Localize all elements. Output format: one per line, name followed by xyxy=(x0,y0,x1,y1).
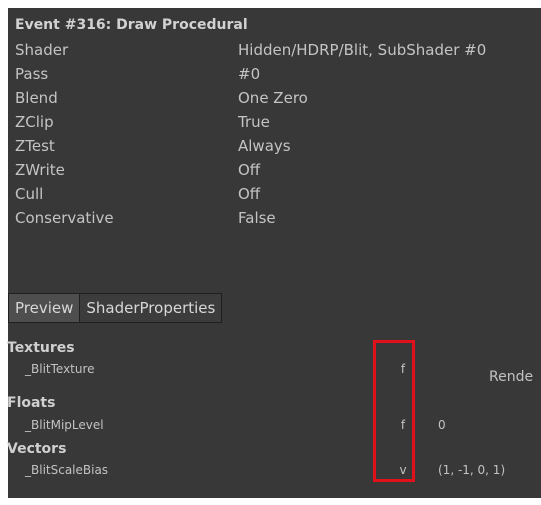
state-row-conservative: Conservative False xyxy=(8,206,541,228)
section-header-floats: Floats xyxy=(7,395,56,411)
tab-shader-properties[interactable]: ShaderProperties xyxy=(79,293,223,323)
section-header-vectors: Vectors xyxy=(7,441,67,457)
state-value: Hidden/HDRP/Blit, SubShader #0 xyxy=(238,41,487,59)
state-label: Shader xyxy=(15,41,69,59)
state-row-pass: Pass #0 xyxy=(8,62,541,84)
state-value: True xyxy=(238,113,270,131)
state-row-zclip: ZClip True xyxy=(8,110,541,132)
state-row-cull: Cull Off xyxy=(8,182,541,204)
state-label: ZTest xyxy=(15,137,55,155)
state-row-ztest: ZTest Always xyxy=(8,134,541,156)
state-value: Off xyxy=(238,161,261,179)
state-value: #0 xyxy=(238,65,261,83)
type-column-highlight-box xyxy=(373,340,415,482)
tab-preview[interactable]: Preview xyxy=(8,293,80,323)
state-value: One Zero xyxy=(238,89,308,107)
property-value: (1, -1, 0, 1) xyxy=(438,463,506,477)
event-title: Event #316: Draw Procedural xyxy=(15,17,248,33)
property-name: _BlitScaleBias xyxy=(25,463,109,477)
state-row-shader: Shader Hidden/HDRP/Blit, SubShader #0 xyxy=(8,38,541,60)
state-value: Off xyxy=(238,185,261,203)
state-value: Always xyxy=(238,137,291,155)
property-name: _BlitMipLevel xyxy=(25,418,104,432)
section-header-textures: Textures xyxy=(7,340,75,356)
state-label: Blend xyxy=(15,89,58,107)
property-name: _BlitTexture xyxy=(25,362,95,376)
state-label: Pass xyxy=(15,65,49,83)
state-row-zwrite: ZWrite Off xyxy=(8,158,541,180)
state-row-blend: Blend One Zero xyxy=(8,86,541,108)
state-value: False xyxy=(238,209,276,227)
state-label: ZClip xyxy=(15,113,54,131)
property-value: Rende xyxy=(489,369,534,385)
state-label: Cull xyxy=(15,185,44,203)
property-value: 0 xyxy=(438,418,446,432)
state-label: ZWrite xyxy=(15,161,65,179)
state-label: Conservative xyxy=(15,209,114,227)
tab-bar: Preview ShaderProperties xyxy=(8,293,223,323)
